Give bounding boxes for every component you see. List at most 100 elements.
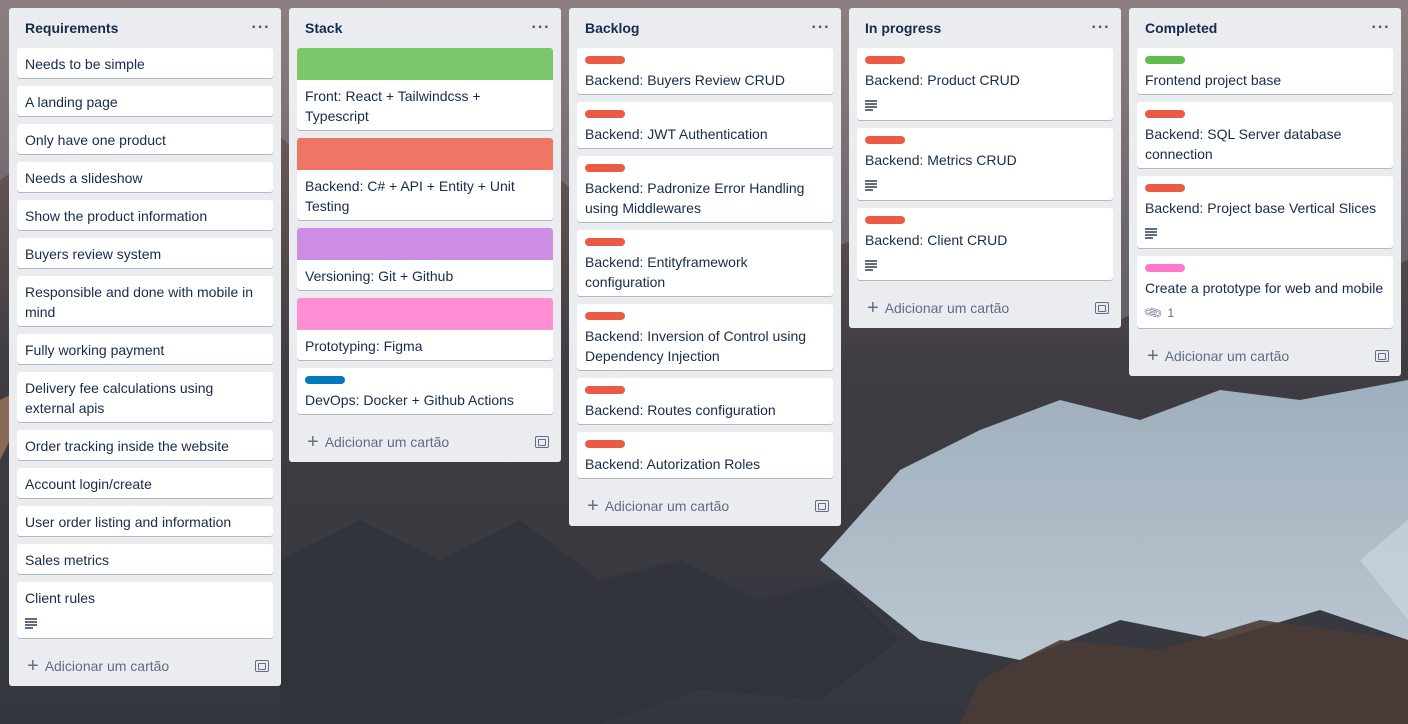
card[interactable]: Front: React + Tailwindcss + Typescript [297, 48, 553, 130]
card-label[interactable] [585, 440, 625, 448]
card[interactable]: Needs a slideshow [17, 162, 273, 192]
list-title[interactable]: Stack [305, 20, 342, 36]
card-label[interactable] [865, 136, 905, 144]
card[interactable]: Backend: Client CRUD [857, 208, 1113, 280]
list-backlog: Backlog ··· Backend: Buyers Review CRUD … [569, 8, 841, 526]
card-badges [865, 94, 1105, 116]
card-title: Delivery fee calculations using external… [25, 380, 214, 416]
card-label[interactable] [1145, 56, 1185, 64]
card[interactable]: Backend: Buyers Review CRUD [577, 48, 833, 94]
card[interactable]: Responsible and done with mobile in mind [17, 276, 273, 326]
card[interactable]: Prototyping: Figma [297, 298, 553, 360]
card[interactable]: Account login/create [17, 468, 273, 498]
add-card-button[interactable]: + Adicionar um cartão [27, 656, 169, 676]
list-menu-icon[interactable]: ··· [1089, 19, 1113, 37]
list-title[interactable]: Requirements [25, 20, 118, 36]
card[interactable]: Backend: Padronize Error Handling using … [577, 156, 833, 222]
card[interactable]: Versioning: Git + Github [297, 228, 553, 290]
card-title: A landing page [25, 94, 118, 110]
add-card-button[interactable]: + Adicionar um cartão [587, 496, 729, 516]
card[interactable]: Backend: Project base Vertical Slices [1137, 176, 1393, 248]
card-cover [297, 298, 553, 330]
list-menu-icon[interactable]: ··· [529, 19, 553, 37]
card-badges [865, 174, 1105, 196]
list-menu-icon[interactable]: ··· [809, 19, 833, 37]
list-header[interactable]: Requirements ··· [9, 8, 281, 48]
card-label[interactable] [585, 164, 625, 172]
card-label[interactable] [1145, 184, 1185, 192]
add-card-label: Adicionar um cartão [324, 434, 450, 450]
list-header[interactable]: Backlog ··· [569, 8, 841, 48]
card-label[interactable] [865, 216, 905, 224]
card-label[interactable] [1145, 110, 1185, 118]
card[interactable]: Backend: Metrics CRUD [857, 128, 1113, 200]
add-card-button[interactable]: + Adicionar um cartão [867, 298, 1009, 318]
card-label[interactable] [305, 376, 345, 384]
list-title[interactable]: Backlog [585, 20, 639, 36]
card-label[interactable] [585, 238, 625, 246]
list-footer: + Adicionar um cartão [9, 646, 281, 686]
card-label[interactable] [865, 56, 905, 64]
card-title: Backend: Routes configuration [585, 402, 776, 418]
card-title: Backend: JWT Authentication [585, 126, 768, 142]
card[interactable]: Client rules [17, 582, 273, 638]
card-title: Buyers review system [25, 246, 162, 262]
card-label[interactable] [585, 312, 625, 320]
card[interactable]: Buyers review system [17, 238, 273, 268]
card-label[interactable] [585, 386, 625, 394]
description-icon [865, 180, 879, 191]
card[interactable]: Create a prototype for web and mobile 📎︎… [1137, 256, 1393, 328]
card-badges: 📎︎ 1 [1142, 302, 1385, 324]
card-title: Sales metrics [25, 552, 110, 568]
card-title: Only have one product [25, 132, 166, 148]
card[interactable]: Backend: SQL Server database connection [1137, 102, 1393, 168]
card-label[interactable] [1145, 264, 1185, 272]
card[interactable]: Backend: Routes configuration [577, 378, 833, 424]
add-card-button[interactable]: + Adicionar um cartão [1147, 346, 1289, 366]
card[interactable]: Needs to be simple [17, 48, 273, 78]
card-label[interactable] [585, 56, 625, 64]
plus-icon: + [27, 655, 39, 677]
card-template-icon[interactable] [535, 436, 549, 448]
card[interactable]: Backend: Product CRUD [857, 48, 1113, 120]
list-footer: + Adicionar um cartão [289, 422, 561, 462]
card[interactable]: Delivery fee calculations using external… [17, 372, 273, 422]
plus-icon: + [867, 297, 879, 319]
card[interactable]: User order listing and information [17, 506, 273, 536]
list-header[interactable]: In progress ··· [849, 8, 1121, 48]
card[interactable]: Backend: Inversion of Control using Depe… [577, 304, 833, 370]
plus-icon: + [1147, 345, 1159, 367]
list-header[interactable]: Stack ··· [289, 8, 561, 48]
card[interactable]: Order tracking inside the website [17, 430, 273, 460]
list-title[interactable]: Completed [1145, 20, 1217, 36]
list-header[interactable]: Completed ··· [1129, 8, 1401, 48]
card-template-icon[interactable] [1095, 302, 1109, 314]
card[interactable]: Sales metrics [17, 544, 273, 574]
list-title[interactable]: In progress [865, 20, 941, 36]
card-template-icon[interactable] [815, 500, 829, 512]
list-completed: Completed ··· Frontend project base Back… [1129, 8, 1401, 376]
list-footer: + Adicionar um cartão [849, 288, 1121, 328]
card[interactable]: Fully working payment [17, 334, 273, 364]
card-cover [297, 138, 553, 170]
card-list: Needs to be simple A landing page Only h… [9, 48, 281, 638]
list-menu-icon[interactable]: ··· [1369, 19, 1393, 37]
card[interactable]: A landing page [17, 86, 273, 116]
list-menu-icon[interactable]: ··· [249, 19, 273, 37]
plus-icon: + [587, 495, 599, 517]
card-title: DevOps: Docker + Github Actions [305, 392, 514, 408]
card[interactable]: Only have one product [17, 124, 273, 154]
card-label[interactable] [585, 110, 625, 118]
card[interactable]: Backend: C# + API + Entity + Unit Testin… [297, 138, 553, 220]
card-template-icon[interactable] [1375, 350, 1389, 362]
card-template-icon[interactable] [255, 660, 269, 672]
card[interactable]: Show the product information [17, 200, 273, 230]
add-card-button[interactable]: + Adicionar um cartão [307, 432, 449, 452]
card[interactable]: Backend: JWT Authentication [577, 102, 833, 148]
card[interactable]: Backend: Autorization Roles [577, 432, 833, 478]
card[interactable]: DevOps: Docker + Github Actions [297, 368, 553, 414]
description-icon [865, 100, 879, 111]
card[interactable]: Backend: Entityframework configuration [577, 230, 833, 296]
card[interactable]: Frontend project base [1137, 48, 1393, 94]
card-title: User order listing and information [25, 514, 232, 530]
